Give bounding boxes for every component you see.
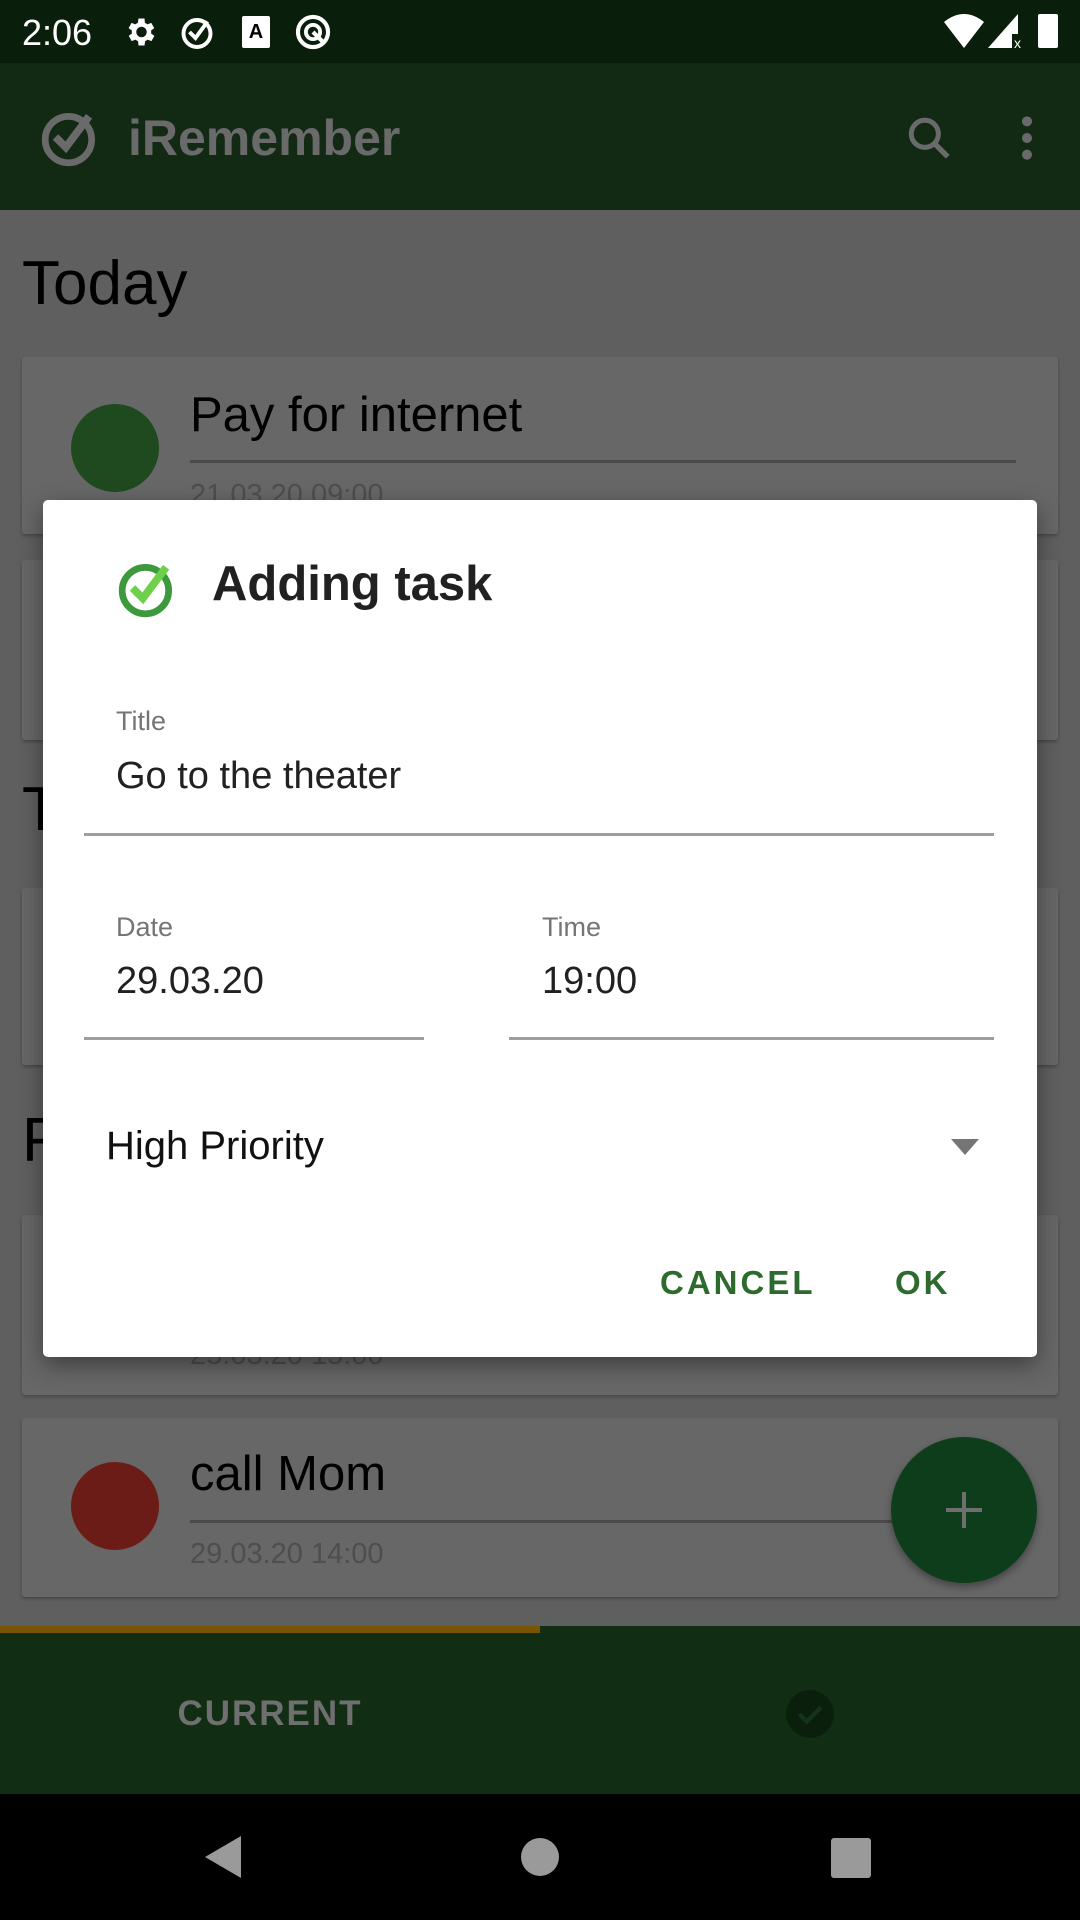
app-title: iRemember: [128, 110, 401, 166]
priority-dropdown[interactable]: High Priority: [83, 1100, 1003, 1195]
status-bar: 2:06 A x: [0, 0, 1080, 63]
task-title: call Mom: [190, 1447, 387, 1501]
app-toolbar: iRemember: [0, 63, 1080, 210]
wifi-icon: [944, 14, 984, 48]
bottom-tab-bar: CURRENT: [0, 1626, 1080, 1794]
section-heading-today: Today: [22, 249, 188, 318]
date-input[interactable]: 29.03.20: [116, 960, 264, 1003]
svg-text:A: A: [249, 21, 263, 43]
title-input[interactable]: Go to the theater: [116, 755, 401, 798]
tab-current-label: CURRENT: [177, 1693, 363, 1733]
chevron-down-icon: [951, 1139, 979, 1155]
app-logo-check-icon: [41, 112, 96, 167]
title-label: Title: [116, 706, 167, 736]
check-circle-icon: [786, 1689, 834, 1738]
task-divider: [190, 460, 1016, 463]
text-a-icon: A: [242, 16, 270, 48]
dialog-title: Adding task: [212, 557, 493, 611]
recents-icon[interactable]: [831, 1838, 871, 1878]
system-nav-bar: [0, 1794, 1080, 1920]
home-icon[interactable]: [521, 1838, 559, 1876]
add-task-dialog: Adding task Title Go to the theater Date…: [43, 500, 1037, 1357]
ok-button[interactable]: OK: [895, 1264, 951, 1302]
signal-icon: x: [988, 14, 1021, 48]
cancel-button[interactable]: CANCEL: [660, 1264, 816, 1302]
add-task-fab[interactable]: [891, 1437, 1037, 1583]
tab-indicator: [0, 1626, 540, 1633]
priority-selected: High Priority: [106, 1124, 324, 1168]
search-icon[interactable]: [904, 113, 954, 163]
priority-indicator: [71, 404, 159, 492]
status-time: 2:06: [22, 12, 93, 53]
time-underline: [509, 1037, 994, 1040]
tab-completed[interactable]: [540, 1633, 1080, 1794]
battery-icon: [1038, 14, 1058, 48]
check-circle-icon: [181, 18, 213, 49]
time-label: Time: [542, 912, 601, 942]
priority-indicator: [71, 1462, 159, 1550]
app-logo-check-icon: [118, 563, 173, 618]
gear-icon: [128, 18, 155, 46]
time-input[interactable]: 19:00: [542, 960, 637, 1003]
title-underline: [84, 833, 994, 836]
back-icon[interactable]: [205, 1836, 245, 1878]
task-datetime: 29.03.20 14:00: [190, 1538, 384, 1570]
tab-current[interactable]: CURRENT: [0, 1633, 540, 1794]
svg-text:x: x: [1014, 35, 1021, 48]
task-title: Pay for internet: [190, 388, 523, 442]
q-icon: [295, 14, 331, 50]
plus-icon: [946, 1492, 982, 1528]
date-underline: [84, 1037, 424, 1040]
date-label: Date: [116, 912, 174, 942]
more-vert-icon[interactable]: [1012, 113, 1042, 163]
